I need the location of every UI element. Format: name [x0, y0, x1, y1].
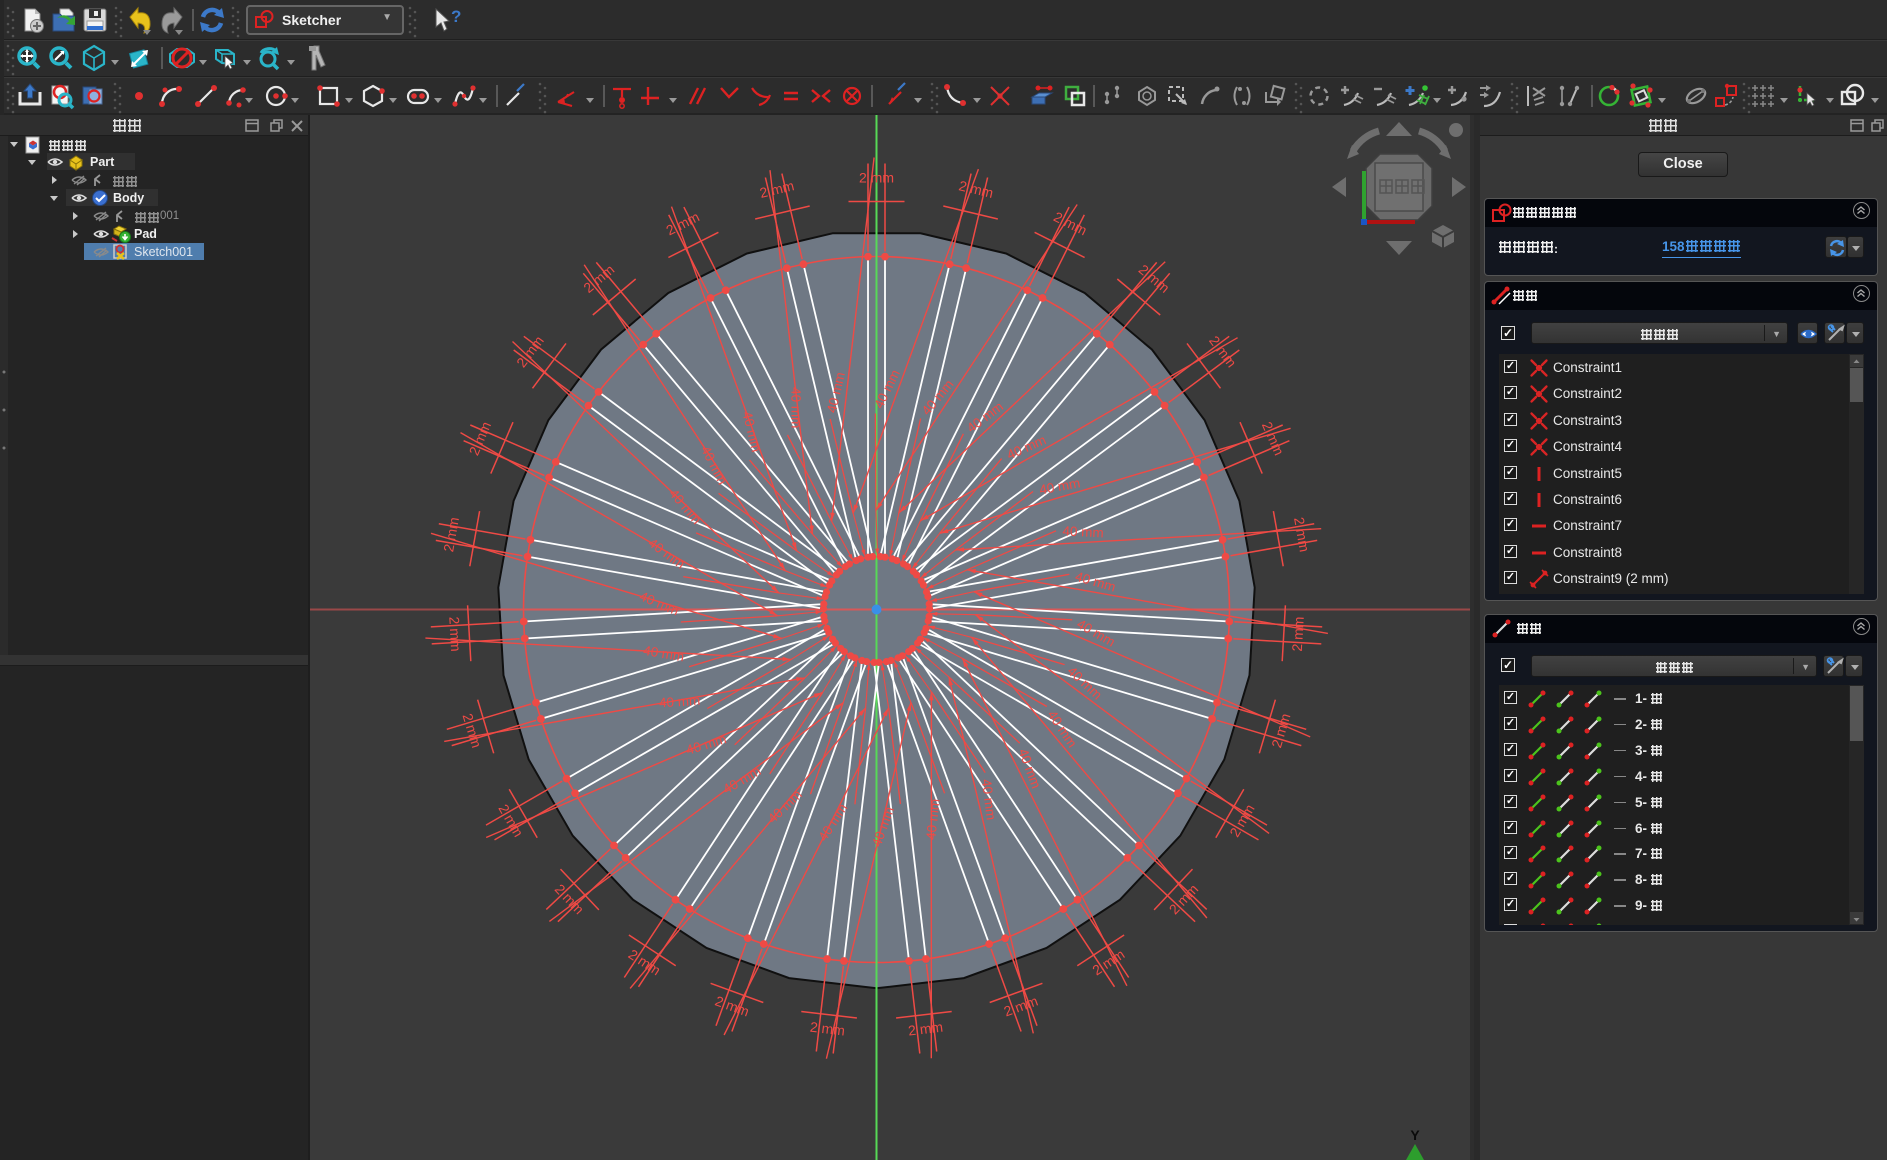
svg-text:2 mm: 2 mm: [1289, 616, 1307, 652]
svg-text:40 mm: 40 mm: [1062, 523, 1104, 540]
svg-text:40 mm: 40 mm: [659, 693, 701, 711]
svg-text:?: ?: [451, 7, 461, 26]
svg-text:40 mm: 40 mm: [788, 387, 803, 428]
svg-text:2 mm: 2 mm: [859, 170, 894, 186]
svg-text:Y: Y: [1410, 1127, 1420, 1143]
svg-text:2 mm: 2 mm: [446, 616, 464, 652]
